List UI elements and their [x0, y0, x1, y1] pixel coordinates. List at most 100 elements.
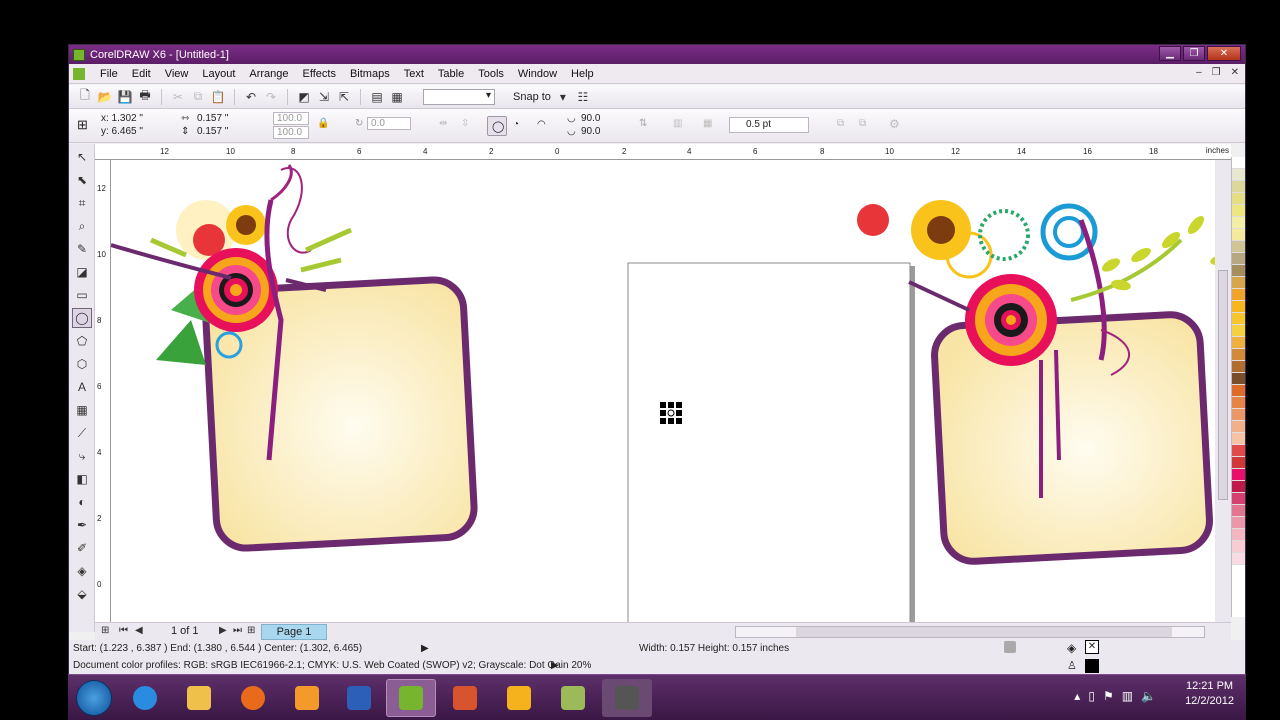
scale-width-field[interactable]: 100.0 — [273, 112, 309, 125]
printable-page[interactable] — [627, 262, 915, 622]
wrap-text-icon[interactable]: ▥ — [673, 118, 682, 129]
color-swatch[interactable] — [1232, 337, 1245, 349]
dimension-tool-icon[interactable]: ⟋ — [72, 423, 92, 443]
search-content-icon[interactable]: ◩ — [296, 89, 312, 105]
redo-icon[interactable]: ↷ — [263, 89, 279, 105]
eyedropper-tool-icon[interactable]: ✒ — [72, 515, 92, 535]
media-taskbar-button[interactable] — [282, 679, 332, 717]
left-frame-artwork[interactable] — [111, 164, 478, 552]
paste-icon[interactable]: 📋 — [210, 89, 226, 105]
firefox-taskbar-button[interactable] — [228, 679, 278, 717]
snap-to-dropdown[interactable]: Snap to — [513, 91, 551, 103]
mirror-vertical-icon[interactable]: ⇳ — [461, 118, 469, 129]
color-swatch[interactable] — [1232, 229, 1245, 241]
ellipse-tool-icon[interactable]: ◯ — [72, 308, 92, 328]
welcome-screen-icon[interactable]: ▦ — [389, 89, 405, 105]
add-page-after-icon[interactable]: ⊞ — [247, 625, 255, 636]
end-angle-field[interactable]: 90.0 — [581, 126, 600, 137]
clock[interactable]: 12:21 PM 12/2/2012 — [1185, 679, 1234, 709]
color-swatch[interactable] — [1232, 517, 1245, 529]
settings-icon[interactable]: ⚙ — [889, 117, 900, 131]
width-field[interactable]: 0.157 " — [197, 113, 228, 124]
direction-icon[interactable]: ⇅ — [639, 118, 647, 129]
start-button[interactable] — [76, 680, 112, 716]
smart-fill-icon[interactable]: ◪ — [72, 262, 92, 282]
page-tab[interactable]: Page 1 — [261, 624, 327, 640]
to-front-icon[interactable]: ⧉ — [837, 118, 844, 129]
color-swatch[interactable] — [1232, 205, 1245, 217]
connector-tool-icon[interactable]: ⤷ — [72, 446, 92, 466]
color-swatch[interactable] — [1232, 553, 1245, 565]
outline-indicator-icon[interactable]: ♙ — [1067, 659, 1077, 672]
horizontal-scrollbar[interactable] — [735, 626, 1205, 638]
undo-icon[interactable]: ↶ — [243, 89, 259, 105]
color-swatch[interactable] — [1232, 169, 1245, 181]
color-swatch[interactable] — [1232, 265, 1245, 277]
scroll-thumb[interactable] — [796, 627, 1172, 637]
import-icon[interactable]: ⇲ — [316, 89, 332, 105]
menu-text[interactable]: Text — [397, 68, 431, 80]
color-swatch[interactable] — [1232, 457, 1245, 469]
application-launcher-icon[interactable]: ▤ — [369, 89, 385, 105]
pick-tool-icon[interactable]: ↖ — [72, 147, 92, 167]
mirror-horizontal-icon[interactable]: ⇹ — [439, 118, 447, 129]
ellipse-mode-button[interactable]: ◯ — [487, 116, 507, 136]
volume-icon[interactable]: 🔈 — [1141, 689, 1156, 703]
first-page-icon[interactable]: ⏮ — [119, 625, 128, 636]
show-hidden-icon[interactable]: ▴ — [1074, 689, 1080, 703]
drawing-canvas[interactable] — [111, 160, 1215, 622]
device-icon[interactable]: ▯ — [1088, 689, 1095, 703]
menu-edit[interactable]: Edit — [125, 68, 158, 80]
transparency-tool-icon[interactable]: ◐ — [72, 492, 92, 512]
color-swatch[interactable] — [1232, 325, 1245, 337]
zoom-tool-icon[interactable]: ⌕ — [72, 216, 92, 236]
minimize-button[interactable]: ▁ — [1159, 46, 1181, 61]
color-swatch[interactable] — [1232, 313, 1245, 325]
doc-close-button[interactable]: ✕ — [1231, 67, 1239, 78]
menu-help[interactable]: Help — [564, 68, 601, 80]
color-swatch[interactable] — [1232, 277, 1245, 289]
to-back-icon[interactable]: ⧉ — [859, 118, 866, 129]
menu-layout[interactable]: Layout — [195, 68, 242, 80]
menu-window[interactable]: Window — [511, 68, 564, 80]
convert-curves-icon[interactable]: ▦ — [703, 118, 712, 129]
next-page-icon[interactable]: ▶ — [219, 625, 227, 636]
color-swatch[interactable] — [1232, 493, 1245, 505]
menu-view[interactable]: View — [158, 68, 196, 80]
close-button[interactable]: ✕ — [1207, 46, 1241, 61]
color-swatch[interactable] — [1232, 241, 1245, 253]
color-swatch[interactable] — [1232, 409, 1245, 421]
color-swatch[interactable] — [1232, 373, 1245, 385]
scale-height-field[interactable]: 100.0 — [273, 126, 309, 139]
color-swatch[interactable] — [1232, 253, 1245, 265]
color-swatch[interactable] — [1232, 433, 1245, 445]
color-swatch[interactable] — [1232, 541, 1245, 553]
ie-taskbar-button[interactable] — [120, 679, 170, 717]
doc-minimize-button[interactable]: – — [1196, 67, 1202, 78]
color-swatch[interactable] — [1232, 349, 1245, 361]
image-app-taskbar-button[interactable] — [548, 679, 598, 717]
crop-tool-icon[interactable]: ⌗ — [72, 193, 92, 213]
x-position-field[interactable]: x: 1.302 " — [101, 113, 143, 124]
cut-icon[interactable]: ✂ — [170, 89, 186, 105]
interactive-fill-icon[interactable]: ⬙ — [72, 584, 92, 604]
fill-tool-icon[interactable]: ◈ — [72, 561, 92, 581]
flag-icon[interactable]: ⚑ — [1103, 689, 1114, 703]
height-field[interactable]: 0.157 " — [197, 126, 228, 137]
rectangle-tool-icon[interactable]: ▭ — [72, 285, 92, 305]
export-icon[interactable]: ⇱ — [336, 89, 352, 105]
download-taskbar-button[interactable] — [494, 679, 544, 717]
chevron-down-icon[interactable]: ▾ — [555, 89, 571, 105]
blend-tool-icon[interactable]: ◧ — [72, 469, 92, 489]
menu-effects[interactable]: Effects — [296, 68, 343, 80]
rotation-field[interactable]: 0.0 — [367, 117, 411, 130]
basic-shapes-icon[interactable]: ⬡ — [72, 354, 92, 374]
no-fill-icon[interactable]: ✕ — [1085, 640, 1099, 654]
outline-width-select[interactable]: 0.5 pt — [729, 117, 809, 133]
menu-file[interactable]: File — [93, 68, 125, 80]
color-swatch[interactable] — [1232, 421, 1245, 433]
outline-color-swatch[interactable] — [1085, 659, 1099, 673]
new-document-icon[interactable]: 🗋 — [77, 88, 93, 105]
options-icon[interactable]: ☷ — [575, 89, 591, 105]
menu-arrange[interactable]: Arrange — [242, 68, 295, 80]
